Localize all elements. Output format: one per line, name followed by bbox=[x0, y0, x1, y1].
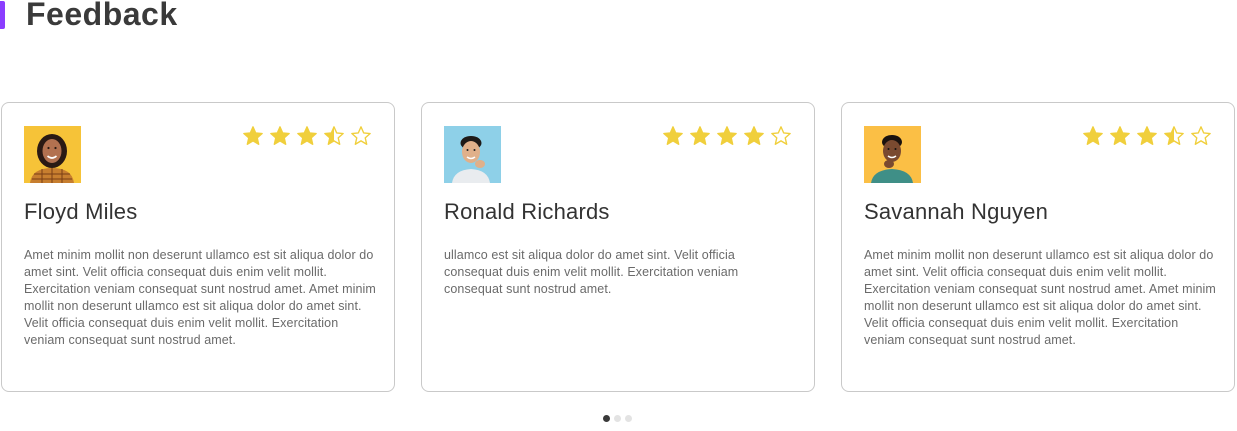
star-full-icon bbox=[1137, 126, 1157, 145]
avatar bbox=[24, 126, 81, 183]
star-full-icon bbox=[1083, 126, 1103, 145]
star-full-icon bbox=[270, 126, 290, 145]
rating-stars bbox=[662, 125, 792, 147]
star-empty-icon bbox=[1191, 126, 1211, 145]
reviewer-name: Savannah Nguyen bbox=[864, 199, 1049, 224]
reviewer-name: Ronald Richards bbox=[444, 199, 610, 224]
rating-stars bbox=[242, 125, 372, 147]
star-full-icon bbox=[690, 126, 710, 145]
review-text: Amet minim mollit non deserunt ullamco e… bbox=[864, 248, 1216, 347]
testimonial-card: Floyd Miles Amet minim mollit non deseru… bbox=[1, 102, 395, 392]
avatar bbox=[444, 126, 501, 183]
star-empty-icon bbox=[351, 126, 371, 145]
title-accent-bar bbox=[0, 1, 5, 29]
review-text: Amet minim mollit non deserunt ullamco e… bbox=[24, 248, 376, 347]
pagination-dot[interactable] bbox=[625, 415, 632, 422]
star-full-icon bbox=[1110, 126, 1130, 145]
avatar bbox=[864, 126, 921, 183]
star-empty-icon bbox=[771, 126, 791, 145]
reviewer-name: Floyd Miles bbox=[24, 199, 138, 224]
pagination-dot[interactable] bbox=[614, 415, 621, 422]
star-full-icon bbox=[663, 126, 683, 145]
pagination-dot[interactable] bbox=[603, 415, 610, 422]
testimonial-card: Ronald Richards ullamco est sit aliqua d… bbox=[421, 102, 815, 392]
testimonial-card: Savannah Nguyen Amet minim mollit non de… bbox=[841, 102, 1235, 392]
review-text: ullamco est sit aliqua dolor do amet sin… bbox=[444, 248, 739, 296]
star-full-icon bbox=[717, 126, 737, 145]
rating-stars bbox=[1082, 125, 1212, 147]
star-half-icon bbox=[1164, 126, 1184, 145]
star-full-icon bbox=[744, 126, 764, 145]
star-full-icon bbox=[243, 126, 263, 145]
star-half-icon bbox=[324, 126, 344, 145]
section-title: Feedback bbox=[26, 0, 178, 32]
carousel-pagination bbox=[603, 415, 632, 422]
star-full-icon bbox=[297, 126, 317, 145]
testimonial-carousel: Floyd Miles Amet minim mollit non deseru… bbox=[0, 102, 1237, 394]
